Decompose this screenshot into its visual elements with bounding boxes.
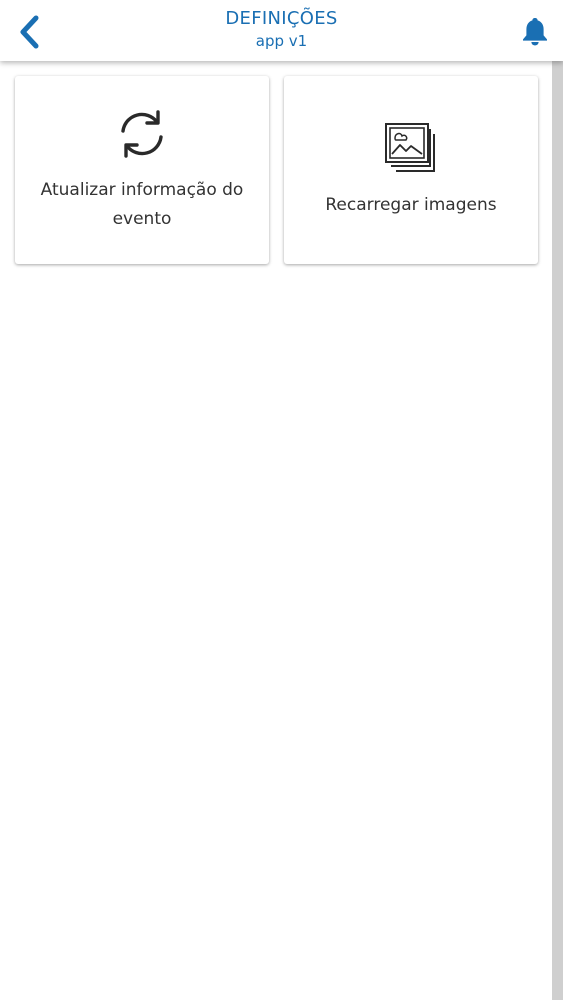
page-title: DEFINIÇÕES: [225, 8, 338, 29]
refresh-event-info-card[interactable]: Atualizar informação do evento: [15, 76, 269, 264]
refresh-event-info-label: Atualizar informação do evento: [40, 180, 244, 229]
scrollbar[interactable]: [552, 61, 563, 1000]
reload-images-label: Recarregar imagens: [325, 194, 497, 215]
bell-icon: [523, 18, 547, 46]
images-stack-icon: [383, 121, 439, 177]
header-title-group: DEFINIÇÕES app v1: [0, 7, 563, 51]
app-header: DEFINIÇÕES app v1: [0, 0, 563, 61]
reload-images-card[interactable]: Recarregar imagens: [284, 76, 538, 264]
settings-content: Atualizar informação do evento Recarrega…: [0, 61, 552, 1000]
refresh-icon: [114, 106, 170, 162]
notifications-button[interactable]: [519, 14, 551, 48]
app-version: app v1: [255, 32, 308, 50]
